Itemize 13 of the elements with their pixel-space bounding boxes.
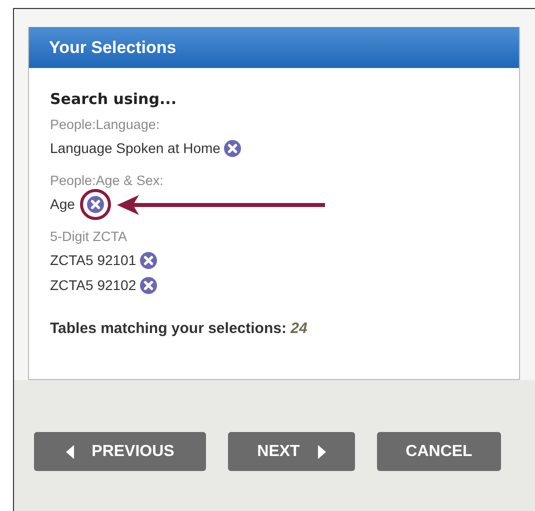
- cancel-button[interactable]: CANCEL: [377, 432, 501, 471]
- previous-button[interactable]: PREVIOUS: [34, 432, 206, 471]
- category-label: 5-Digit ZCTA: [50, 228, 128, 246]
- selection-value: ZCTA5 92101: [50, 251, 136, 270]
- selection-value: Language Spoken at Home: [50, 139, 220, 158]
- section-heading: Search using...: [50, 90, 178, 108]
- panel-title: Your Selections: [49, 38, 176, 58]
- category-label: People:Age & Sex:: [50, 172, 164, 190]
- category-label: People:Language:: [50, 116, 161, 134]
- selection-value: Age: [50, 195, 75, 214]
- next-button[interactable]: NEXT: [228, 432, 355, 471]
- selection-value: ZCTA5 92102: [50, 276, 136, 295]
- tables-count-text: Tables matching your selections: 24: [50, 320, 308, 337]
